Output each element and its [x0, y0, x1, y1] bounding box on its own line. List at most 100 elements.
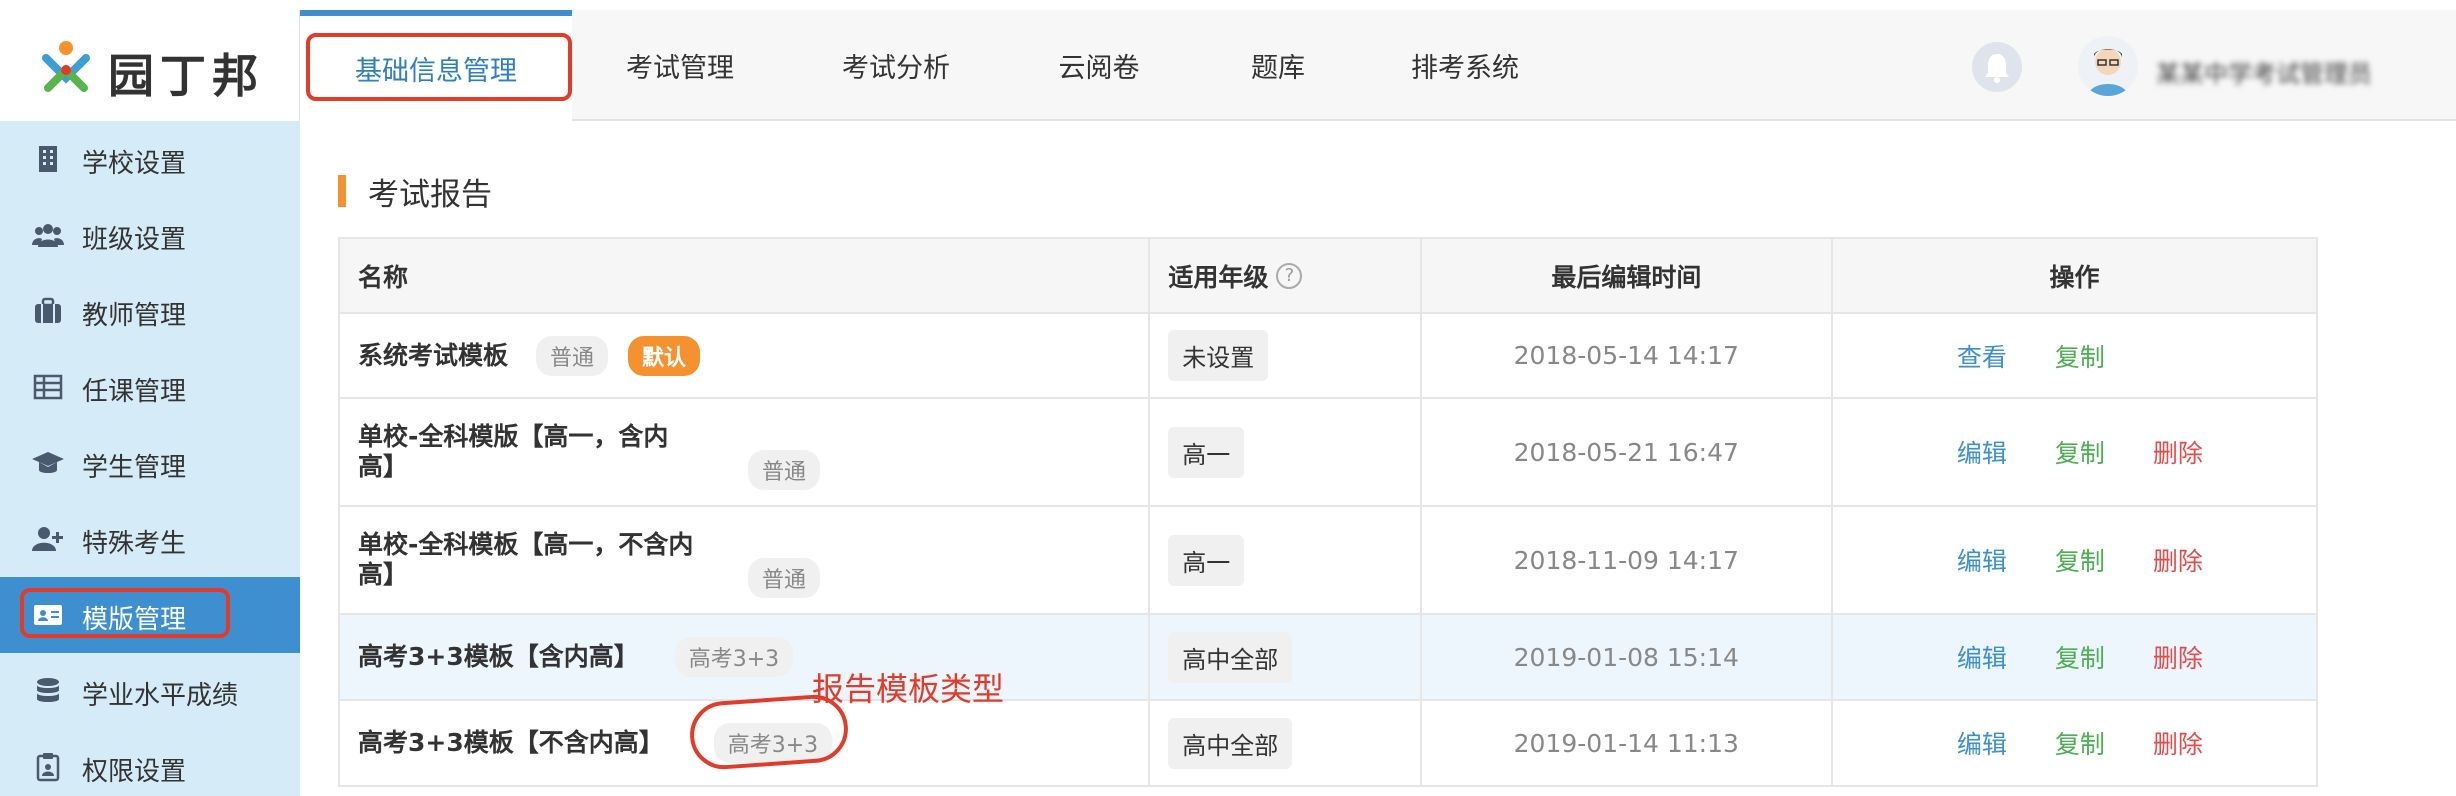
edit-button[interactable]: 编辑: [1957, 542, 2007, 578]
edit-button[interactable]: 编辑: [1957, 434, 2007, 470]
sidebar-item-permission-settings[interactable]: 权限设置: [0, 729, 300, 796]
sidebar-item-teacher-management[interactable]: 教师管理: [0, 273, 300, 349]
row-name-cell: 系统考试模板 普通 默认: [340, 314, 1151, 397]
copy-button[interactable]: 复制: [2055, 639, 2105, 675]
header-grade: 适用年级 ?: [1150, 239, 1422, 312]
sidebar-item-class-settings[interactable]: 班级设置: [0, 197, 300, 273]
row-time-cell: 2019-01-14 11:13: [1422, 701, 1833, 785]
row-grade-cell: 高中全部: [1150, 701, 1422, 785]
template-name: 高考3+3模板【含内高】: [358, 642, 639, 671]
row-ops-cell: 编辑 复制 删除: [1833, 701, 2316, 785]
table-row: 系统考试模板 普通 默认 未设置 2018-05-14 14:17 查看 复制: [340, 314, 2316, 399]
sidebar-item-label: 班级设置: [82, 225, 187, 255]
logo-icon: [42, 41, 90, 92]
sidebar-item-label: 学业水平成绩: [82, 681, 239, 711]
copy-button[interactable]: 复制: [2055, 338, 2105, 374]
bell-icon[interactable]: [1972, 42, 2022, 92]
edit-time: 2018-05-14 14:17: [1513, 341, 1739, 370]
help-icon[interactable]: ?: [1276, 262, 1303, 289]
delete-button[interactable]: 删除: [2153, 434, 2203, 470]
sidebar-item-academic-scores[interactable]: 学业水平成绩: [0, 653, 300, 729]
row-ops-cell: 查看 复制: [1833, 314, 2316, 397]
grade-tag: 未设置: [1168, 330, 1269, 381]
copy-button[interactable]: 复制: [2055, 725, 2105, 761]
header-name: 名称: [340, 239, 1151, 312]
row-ops-cell: 编辑 复制 删除: [1833, 399, 2316, 505]
row-ops-cell: 编辑 复制 删除: [1833, 615, 2316, 699]
nav-exam-scheduling[interactable]: 排考系统: [1362, 10, 1568, 121]
clipboard-icon: [36, 753, 60, 782]
sidebar-item-school-settings[interactable]: 学校设置: [0, 121, 300, 197]
table-row: 单校-全科模板【高一，不含内高】 普通 高一 2018-11-09 14:17 …: [340, 507, 2316, 615]
briefcase-icon: [35, 297, 61, 323]
graduation-cap-icon: [32, 452, 64, 473]
row-ops-cell: 编辑 复制 删除: [1833, 507, 2316, 613]
row-time-cell: 2018-05-21 16:47: [1422, 399, 1833, 505]
grade-tag: 高一: [1168, 426, 1245, 478]
sidebar-item-student-management[interactable]: 学生管理: [0, 425, 300, 501]
section-title: 考试报告: [338, 172, 492, 213]
nav-cloud-marking[interactable]: 云阅卷: [1004, 10, 1194, 121]
table-icon: [33, 374, 63, 400]
row-grade-cell: 高一: [1150, 399, 1422, 505]
sidebar: 学校设置 班级设置 教师管理 任课管理 学生管理 特殊考生 模版管理 学业水平成…: [0, 121, 300, 796]
header-ops: 操作: [2049, 262, 2100, 292]
user-plus-icon: [32, 527, 63, 551]
sidebar-item-label: 学生管理: [82, 453, 187, 483]
header-time: 最后编辑时间: [1422, 239, 1833, 312]
edit-button[interactable]: 编辑: [1957, 725, 2007, 761]
table-row: 高考3+3模板【含内高】 高考3+3 高中全部 2019-01-08 15:14…: [340, 615, 2316, 701]
sidebar-item-course-management[interactable]: 任课管理: [0, 349, 300, 425]
copy-button[interactable]: 复制: [2055, 434, 2105, 470]
sidebar-highlight-annotation: [20, 588, 230, 638]
nav-exam-management[interactable]: 考试管理: [572, 10, 788, 121]
row-name-cell: 单校-全科模版【高一，含内高】 普通: [340, 399, 1151, 505]
nav-question-bank[interactable]: 题库: [1194, 10, 1362, 121]
row-grade-cell: 未设置: [1150, 314, 1422, 397]
delete-button[interactable]: 删除: [2153, 725, 2203, 761]
annotation-label: 报告模板类型: [812, 670, 1005, 708]
view-button[interactable]: 查看: [1957, 338, 2007, 374]
template-table: 名称 适用年级 ? 最后编辑时间 操作 系统考试模板 普通 默认 未设置 201…: [338, 237, 2318, 787]
template-type-tag: 普通: [748, 558, 821, 598]
grade-tag: 高中全部: [1168, 717, 1293, 769]
nav-highlight-annotation: [306, 33, 572, 101]
sidebar-item-label: 学校设置: [82, 149, 187, 179]
edit-button[interactable]: 编辑: [1957, 639, 2007, 675]
sidebar-item-label: 任课管理: [82, 377, 187, 407]
grade-tag: 高中全部: [1168, 631, 1293, 683]
delete-button[interactable]: 删除: [2153, 542, 2203, 578]
row-grade-cell: 高中全部: [1150, 615, 1422, 699]
sidebar-item-label: 教师管理: [82, 301, 187, 331]
row-grade-cell: 高一: [1150, 507, 1422, 613]
nav-exam-analysis[interactable]: 考试分析: [788, 10, 1004, 121]
edit-time: 2018-11-09 14:17: [1513, 545, 1739, 575]
avatar[interactable]: [2078, 36, 2138, 96]
section-accent-bar: [338, 175, 346, 207]
section-title-text: 考试报告: [368, 176, 492, 213]
building-icon: [39, 146, 57, 172]
annotation-circle: [687, 692, 851, 772]
row-name-cell: 高考3+3模板【含内高】 高考3+3: [340, 615, 1151, 699]
delete-button[interactable]: 删除: [2153, 639, 2203, 675]
template-type-tag: 高考3+3: [674, 637, 794, 677]
sidebar-item-special-candidates[interactable]: 特殊考生: [0, 501, 300, 577]
template-name: 高考3+3模板【不含内高】: [358, 728, 664, 757]
logo-text: 园丁邦: [108, 49, 264, 103]
row-time-cell: 2019-01-08 15:14: [1422, 615, 1833, 699]
users-icon: [32, 224, 64, 247]
copy-button[interactable]: 复制: [2055, 542, 2105, 578]
grade-tag: 高一: [1168, 534, 1245, 586]
table-row: 高考3+3模板【不含内高】 高考3+3 高中全部 2019-01-14 11:1…: [340, 701, 2316, 787]
sidebar-item-label: 权限设置: [82, 757, 187, 787]
template-type-tag: 普通: [748, 450, 821, 490]
table-row: 单校-全科模版【高一，含内高】 普通 高一 2018-05-21 16:47 编…: [340, 399, 2316, 507]
default-badge: 默认: [628, 335, 701, 376]
table-header-row: 名称 适用年级 ? 最后编辑时间 操作: [340, 239, 2316, 314]
row-time-cell: 2018-11-09 14:17: [1422, 507, 1833, 613]
template-type-tag: 普通: [536, 335, 609, 376]
logo[interactable]: 园丁邦: [0, 10, 300, 121]
edit-time: 2019-01-08 15:14: [1513, 642, 1739, 672]
username[interactable]: 某某中学考试管理员: [2156, 54, 2372, 89]
header-grade-label: 适用年级: [1168, 262, 1269, 292]
